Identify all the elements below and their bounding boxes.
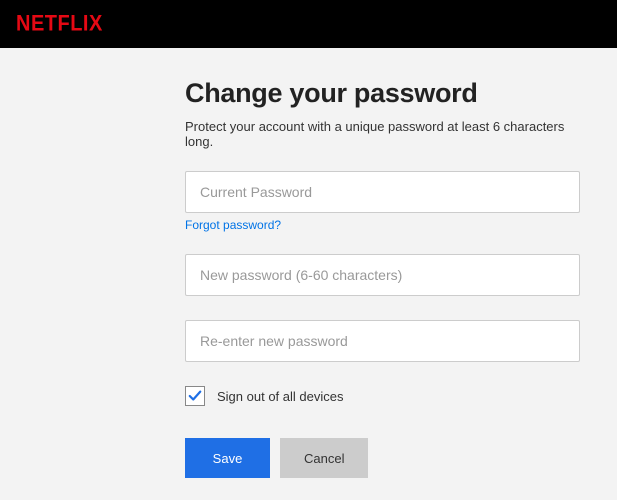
signout-checkbox-row: Sign out of all devices xyxy=(185,386,580,406)
new-password-input[interactable] xyxy=(185,254,580,296)
signout-checkbox[interactable] xyxy=(185,386,205,406)
netflix-logo: NETFLIX xyxy=(16,11,103,36)
cancel-button[interactable]: Cancel xyxy=(280,438,368,478)
page-title: Change your password xyxy=(185,78,580,109)
signout-checkbox-label: Sign out of all devices xyxy=(217,389,343,404)
button-row: Save Cancel xyxy=(185,438,580,478)
confirm-password-group xyxy=(185,320,580,362)
page-subtitle: Protect your account with a unique passw… xyxy=(185,119,580,149)
confirm-password-input[interactable] xyxy=(185,320,580,362)
main-content: Change your password Protect your accoun… xyxy=(0,48,580,478)
forgot-password-link[interactable]: Forgot password? xyxy=(185,218,281,232)
current-password-group xyxy=(185,171,580,213)
new-password-group xyxy=(185,254,580,296)
current-password-input[interactable] xyxy=(185,171,580,213)
app-header: NETFLIX xyxy=(0,0,617,48)
save-button[interactable]: Save xyxy=(185,438,270,478)
checkmark-icon xyxy=(188,389,202,403)
